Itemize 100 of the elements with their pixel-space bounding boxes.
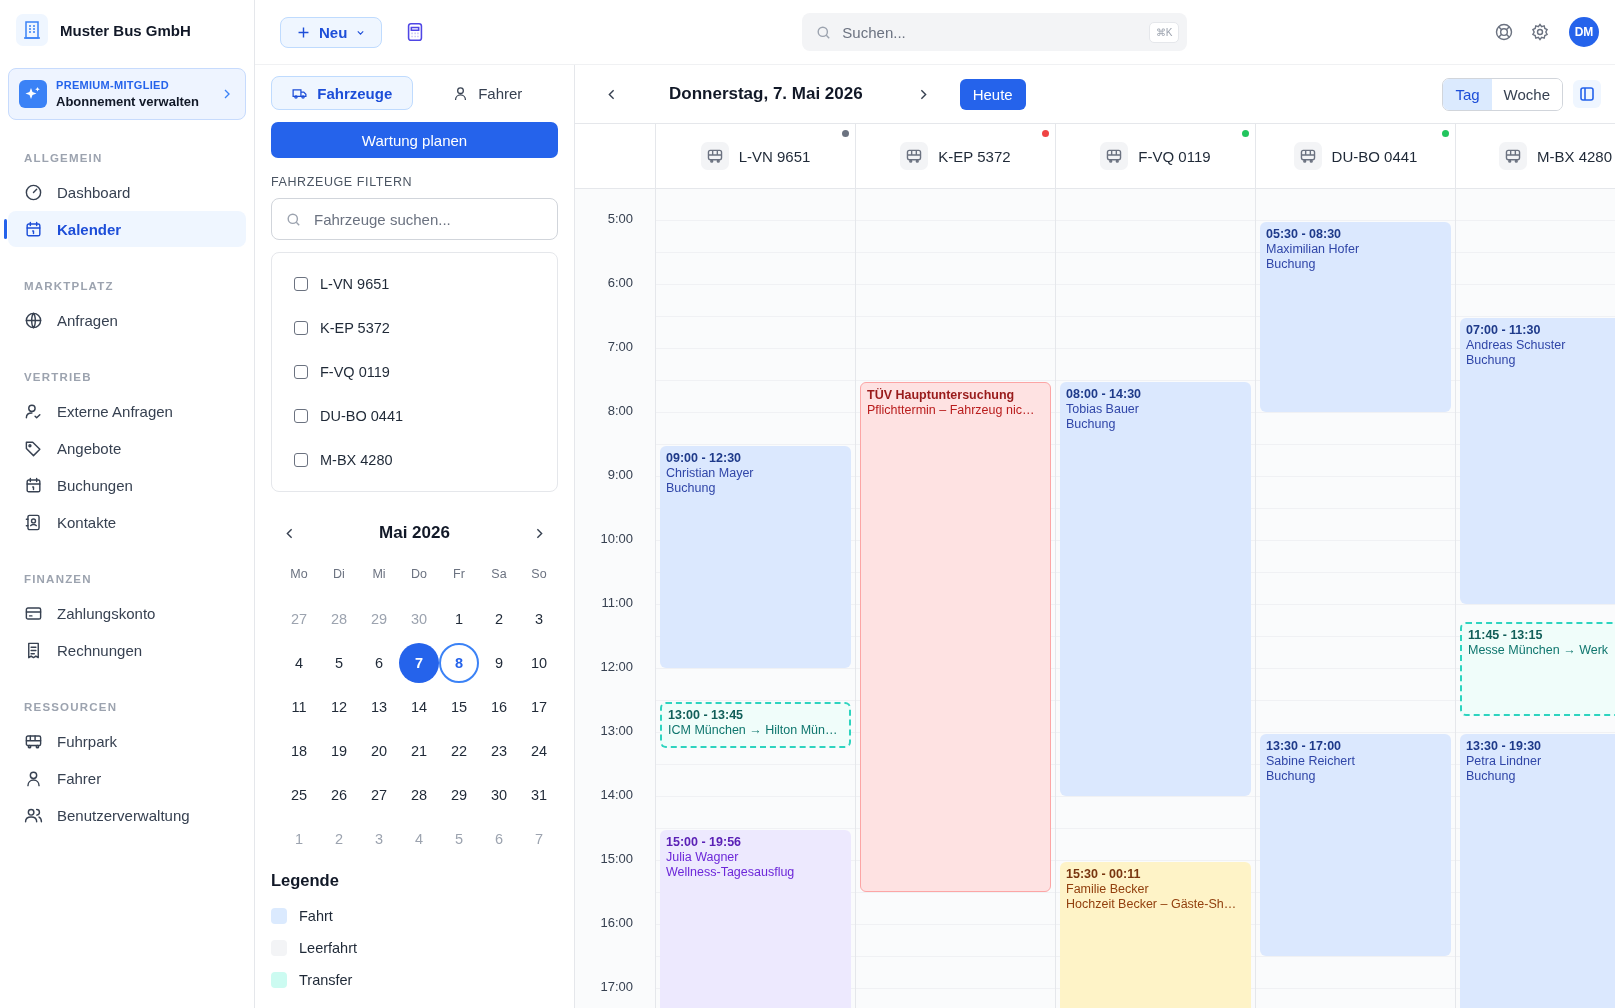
premium-card[interactable]: PREMIUM-MITGLIED Abonnement verwalten xyxy=(8,68,246,120)
nav-item[interactable]: Zahlungskonto xyxy=(8,595,246,631)
event-time: 08:00 - 14:30 xyxy=(1066,387,1143,402)
nav-item[interactable]: Angebote xyxy=(8,430,246,466)
legend-heading: Legende xyxy=(271,871,340,890)
calendar-event[interactable]: 13:30 - 19:30 Petra Lindner Buchung xyxy=(1460,734,1615,1008)
hour-label: 14:00 xyxy=(600,787,633,802)
calendar-day[interactable]: 31 xyxy=(519,775,559,815)
tab[interactable]: Fahrer xyxy=(416,76,558,110)
calendar-event[interactable]: 13:30 - 17:00 Sabine Reichert Buchung xyxy=(1260,734,1451,956)
search-icon xyxy=(285,211,302,228)
legend-label: Leerfahrt xyxy=(299,940,358,956)
nav-item[interactable]: Fahrer xyxy=(8,760,246,796)
nav-item[interactable]: Dashboard xyxy=(8,174,246,210)
section-heading: ALLGEMEIN xyxy=(23,151,104,166)
checkbox[interactable] xyxy=(294,277,308,291)
calendar-day[interactable]: 29 xyxy=(439,775,479,815)
weekday-label: Do xyxy=(410,567,428,583)
event-title: Familie Becker xyxy=(1066,882,1150,897)
calendar-event[interactable]: 07:00 - 11:30 Andreas Schuster Buchung xyxy=(1460,318,1615,604)
calendar-event[interactable]: 15:00 - 19:56 Julia Wagner Wellness-Tagesausflug xyxy=(660,830,851,1008)
event-time: 15:30 - 00:11 xyxy=(1066,867,1142,882)
calendar-day[interactable]: 30 xyxy=(479,775,519,815)
nav-item[interactable]: Externe Anfragen xyxy=(8,393,246,429)
schedule-maintenance-button[interactable]: Wartung planen xyxy=(271,122,558,158)
calendar-day[interactable]: 6 xyxy=(359,643,399,683)
calendar-day[interactable]: 21 xyxy=(399,731,439,771)
hour-label: 17:00 xyxy=(600,979,633,994)
calendar-day[interactable]: 14 xyxy=(399,687,439,727)
legend-label: Fahrt xyxy=(299,908,333,924)
sparkles-icon xyxy=(19,80,47,108)
help-icon[interactable] xyxy=(1494,22,1514,42)
calendar-day[interactable]: 13 xyxy=(359,687,399,727)
event-time: 15:00 - 19:56 xyxy=(666,835,743,850)
calendar-day[interactable]: 28 xyxy=(399,775,439,815)
nav-item[interactable]: Fuhrpark xyxy=(8,723,246,759)
hour-label: 7:00 xyxy=(607,339,633,354)
calendar-event[interactable]: 13:00 - 13:45 ICM München → Hilton Mün… xyxy=(660,702,851,748)
checkbox[interactable] xyxy=(294,365,308,379)
event-title: ICM München → Hilton Mün… xyxy=(668,723,839,738)
calendar-event[interactable]: 11:45 - 13:15 Messe München → Werk xyxy=(1460,622,1615,716)
calendar-day[interactable]: 2 xyxy=(479,599,519,639)
calendar-day[interactable]: 11 xyxy=(279,687,319,727)
calendar-day[interactable]: 4 xyxy=(279,643,319,683)
calendar-day[interactable]: 26 xyxy=(319,775,359,815)
nav-item[interactable]: Rechnungen xyxy=(8,632,246,668)
calendar-day[interactable]: 20 xyxy=(359,731,399,771)
calendar-day[interactable]: 7 xyxy=(399,643,439,683)
calendar-event[interactable]: TÜV Hauptuntersuchung Pflichttermin – Fahrzeug nic… xyxy=(860,382,1051,892)
view-option[interactable]: Tag xyxy=(1443,78,1492,110)
calendar-day[interactable]: 18 xyxy=(279,731,319,771)
event-title: Julia Wagner xyxy=(666,850,740,865)
calendar-event[interactable]: 05:30 - 08:30 Maximilian Hofer Buchung xyxy=(1260,222,1451,412)
subscription-link: Abonnement verwalten xyxy=(56,94,201,109)
calendar-day[interactable]: 1 xyxy=(439,599,479,639)
event-subtitle: Hochzeit Becker – Gäste-Sh… xyxy=(1066,897,1238,912)
calendar-day[interactable]: 17 xyxy=(519,687,559,727)
calendar-day[interactable]: 23 xyxy=(479,731,519,771)
vehicle-label: L-VN 9651 xyxy=(320,276,390,292)
checkbox[interactable] xyxy=(294,409,308,423)
calendar-day[interactable]: 8 xyxy=(439,643,479,683)
event-time: 11:45 - 13:15 xyxy=(1468,628,1544,643)
nav-item[interactable]: Anfragen xyxy=(8,302,246,338)
settings-icon[interactable] xyxy=(1530,22,1550,42)
today-button[interactable]: Heute xyxy=(959,78,1026,110)
sidebar-toggle-icon[interactable] xyxy=(1573,80,1601,108)
checkbox[interactable] xyxy=(294,453,308,467)
user-icon xyxy=(24,768,43,788)
calendar-day[interactable]: 3 xyxy=(519,599,559,639)
bus-icon xyxy=(1293,142,1322,170)
nav-item[interactable]: Buchungen xyxy=(8,467,246,503)
calendar-day[interactable]: 15 xyxy=(439,687,479,727)
calendar-day[interactable]: 22 xyxy=(439,731,479,771)
calendar-day[interactable]: 25 xyxy=(279,775,319,815)
nav-item[interactable]: Kontakte xyxy=(8,504,246,540)
calendar-day[interactable]: 16 xyxy=(479,687,519,727)
calendar-event[interactable]: 15:30 - 00:11 Familie Becker Hochzeit Becker – Gäste-Sh… xyxy=(1060,862,1251,1008)
checkbox[interactable] xyxy=(294,321,308,335)
filter-heading: FAHRZEUGE FILTERN xyxy=(271,175,414,189)
calendar-day[interactable]: 19 xyxy=(319,731,359,771)
tab[interactable]: Fahrzeuge xyxy=(271,76,413,110)
hour-label: 10:00 xyxy=(600,531,633,546)
new-button[interactable]: Neu xyxy=(280,16,383,48)
calendar-day[interactable]: 9 xyxy=(479,643,519,683)
event-subtitle: Buchung xyxy=(666,481,717,496)
calendar-day[interactable]: 24 xyxy=(519,731,559,771)
shortcut-hint: ⌘K xyxy=(1148,22,1180,43)
event-subtitle: Buchung xyxy=(1266,257,1317,272)
event-title: Maximilian Hofer xyxy=(1266,242,1361,257)
calendar-day[interactable]: 10 xyxy=(519,643,559,683)
event-time: 05:30 - 08:30 xyxy=(1266,227,1343,242)
user-avatar[interactable]: DM xyxy=(1569,17,1599,47)
calendar-day[interactable]: 27 xyxy=(359,775,399,815)
calendar-event[interactable]: 08:00 - 14:30 Tobias Bauer Buchung xyxy=(1060,382,1251,796)
calendar-event[interactable]: 09:00 - 12:30 Christian Mayer Buchung xyxy=(660,446,851,668)
event-title: Andreas Schuster xyxy=(1466,338,1567,353)
calendar-day[interactable]: 12 xyxy=(319,687,359,727)
vehicle-search-field[interactable]: Fahrzeuge suchen... xyxy=(271,198,558,240)
calendar-day[interactable]: 5 xyxy=(319,643,359,683)
nav-item[interactable]: Benutzerverwaltung xyxy=(8,797,246,833)
